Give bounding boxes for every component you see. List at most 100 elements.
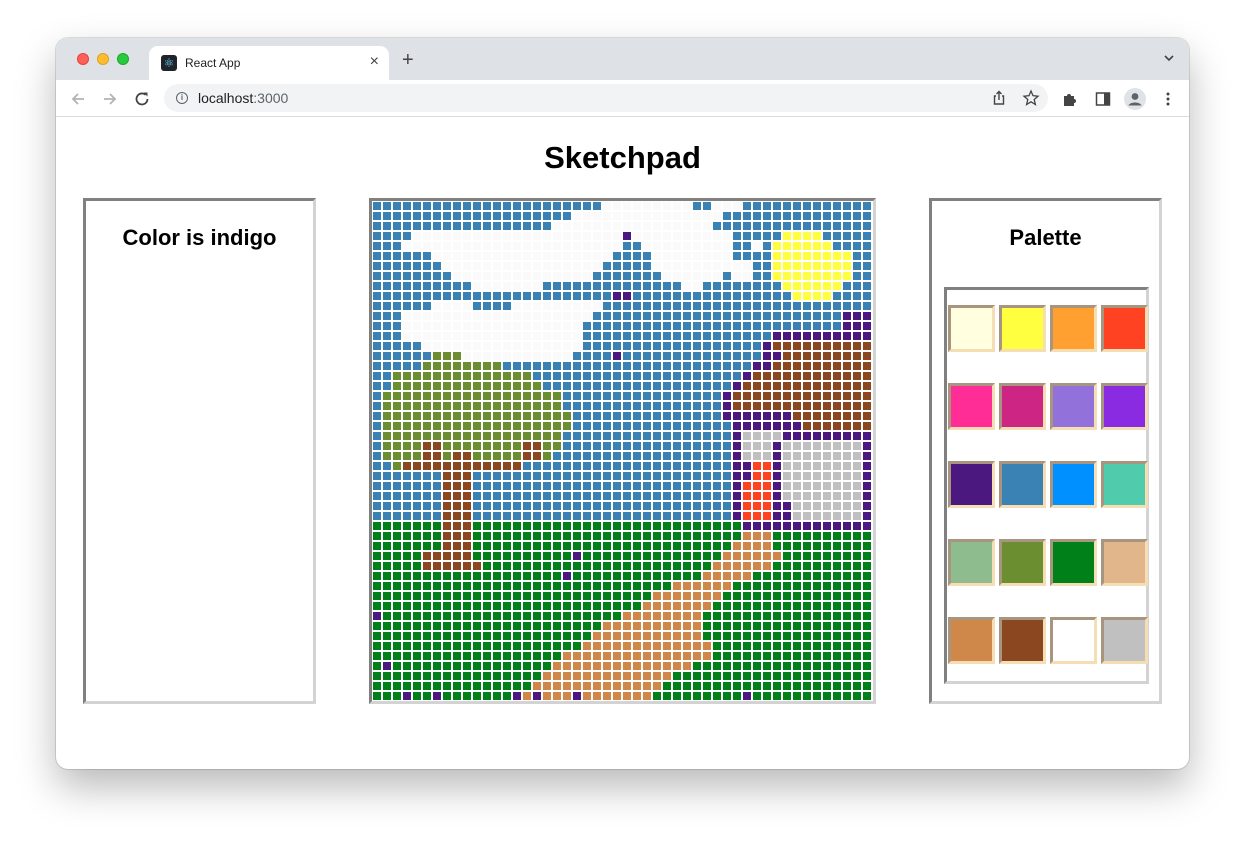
pixel-cell[interactable] — [613, 642, 621, 650]
pixel-cell[interactable] — [723, 562, 731, 570]
pixel-cell[interactable] — [853, 612, 861, 620]
pixel-cell[interactable] — [393, 372, 401, 380]
pixel-cell[interactable] — [423, 522, 431, 530]
pixel-cell[interactable] — [853, 522, 861, 530]
pixel-cell[interactable] — [683, 482, 691, 490]
pixel-cell[interactable] — [693, 642, 701, 650]
pixel-cell[interactable] — [763, 642, 771, 650]
pixel-cell[interactable] — [533, 652, 541, 660]
pixel-cell[interactable] — [683, 272, 691, 280]
pixel-cell[interactable] — [423, 282, 431, 290]
pixel-cell[interactable] — [833, 582, 841, 590]
pixel-cell[interactable] — [863, 452, 871, 460]
pixel-cell[interactable] — [513, 312, 521, 320]
pixel-cell[interactable] — [563, 642, 571, 650]
pixel-cell[interactable] — [853, 442, 861, 450]
pixel-cell[interactable] — [543, 542, 551, 550]
pixel-cell[interactable] — [693, 612, 701, 620]
pixel-cell[interactable] — [463, 242, 471, 250]
pixel-cell[interactable] — [443, 202, 451, 210]
pixel-cell[interactable] — [523, 282, 531, 290]
pixel-cell[interactable] — [643, 462, 651, 470]
pixel-cell[interactable] — [833, 652, 841, 660]
pixel-cell[interactable] — [733, 242, 741, 250]
pixel-cell[interactable] — [383, 482, 391, 490]
pixel-cell[interactable] — [753, 442, 761, 450]
pixel-cell[interactable] — [523, 542, 531, 550]
pixel-cell[interactable] — [653, 202, 661, 210]
pixel-cell[interactable] — [503, 412, 511, 420]
pixel-cell[interactable] — [463, 342, 471, 350]
swatch-darkseagreen[interactable] — [948, 539, 995, 586]
pixel-cell[interactable] — [613, 342, 621, 350]
pixel-cell[interactable] — [623, 362, 631, 370]
pixel-cell[interactable] — [823, 272, 831, 280]
pixel-cell[interactable] — [863, 572, 871, 580]
pixel-cell[interactable] — [693, 672, 701, 680]
pixel-cell[interactable] — [763, 362, 771, 370]
pixel-cell[interactable] — [733, 502, 741, 510]
pixel-cell[interactable] — [753, 202, 761, 210]
pixel-cell[interactable] — [573, 542, 581, 550]
pixel-cell[interactable] — [373, 222, 381, 230]
pixel-cell[interactable] — [803, 332, 811, 340]
pixel-cell[interactable] — [653, 322, 661, 330]
pixel-cell[interactable] — [813, 202, 821, 210]
pixel-cell[interactable] — [763, 322, 771, 330]
pixel-cell[interactable] — [773, 602, 781, 610]
pixel-cell[interactable] — [823, 332, 831, 340]
pixel-cell[interactable] — [623, 322, 631, 330]
pixel-cell[interactable] — [693, 592, 701, 600]
pixel-cell[interactable] — [483, 672, 491, 680]
pixel-cell[interactable] — [493, 492, 501, 500]
pixel-cell[interactable] — [383, 632, 391, 640]
pixel-cell[interactable] — [733, 352, 741, 360]
pixel-cell[interactable] — [663, 612, 671, 620]
pixel-cell[interactable] — [583, 382, 591, 390]
pixel-cell[interactable] — [743, 532, 751, 540]
pixel-cell[interactable] — [713, 672, 721, 680]
pixel-cell[interactable] — [373, 392, 381, 400]
pixel-cell[interactable] — [413, 212, 421, 220]
pixel-cell[interactable] — [493, 632, 501, 640]
pixel-cell[interactable] — [423, 382, 431, 390]
pixel-cell[interactable] — [533, 452, 541, 460]
pixel-cell[interactable] — [443, 592, 451, 600]
pixel-cell[interactable] — [373, 622, 381, 630]
pixel-cell[interactable] — [603, 672, 611, 680]
pixel-cell[interactable] — [383, 262, 391, 270]
pixel-cell[interactable] — [403, 642, 411, 650]
pixel-cell[interactable] — [653, 692, 661, 700]
pixel-cell[interactable] — [843, 322, 851, 330]
pixel-cell[interactable] — [633, 202, 641, 210]
pixel-cell[interactable] — [603, 392, 611, 400]
pixel-cell[interactable] — [533, 462, 541, 470]
pixel-cell[interactable] — [473, 492, 481, 500]
pixel-cell[interactable] — [613, 402, 621, 410]
pixel-cell[interactable] — [473, 472, 481, 480]
pixel-cell[interactable] — [473, 332, 481, 340]
pixel-cell[interactable] — [863, 502, 871, 510]
pixel-cell[interactable] — [523, 392, 531, 400]
pixel-cell[interactable] — [513, 392, 521, 400]
pixel-cell[interactable] — [833, 222, 841, 230]
pixel-cell[interactable] — [653, 462, 661, 470]
pixel-cell[interactable] — [373, 492, 381, 500]
pixel-cell[interactable] — [723, 312, 731, 320]
pixel-cell[interactable] — [733, 622, 741, 630]
pixel-cell[interactable] — [383, 582, 391, 590]
pixel-cell[interactable] — [823, 652, 831, 660]
pixel-cell[interactable] — [503, 462, 511, 470]
pixel-cell[interactable] — [763, 672, 771, 680]
pixel-cell[interactable] — [633, 692, 641, 700]
pixel-cell[interactable] — [763, 432, 771, 440]
pixel-cell[interactable] — [653, 372, 661, 380]
close-tab-icon[interactable]: × — [370, 54, 379, 70]
pixel-cell[interactable] — [583, 282, 591, 290]
pixel-cell[interactable] — [573, 692, 581, 700]
pixel-cell[interactable] — [523, 672, 531, 680]
pixel-cell[interactable] — [853, 652, 861, 660]
pixel-cell[interactable] — [543, 592, 551, 600]
pixel-cell[interactable] — [503, 452, 511, 460]
pixel-cell[interactable] — [613, 422, 621, 430]
